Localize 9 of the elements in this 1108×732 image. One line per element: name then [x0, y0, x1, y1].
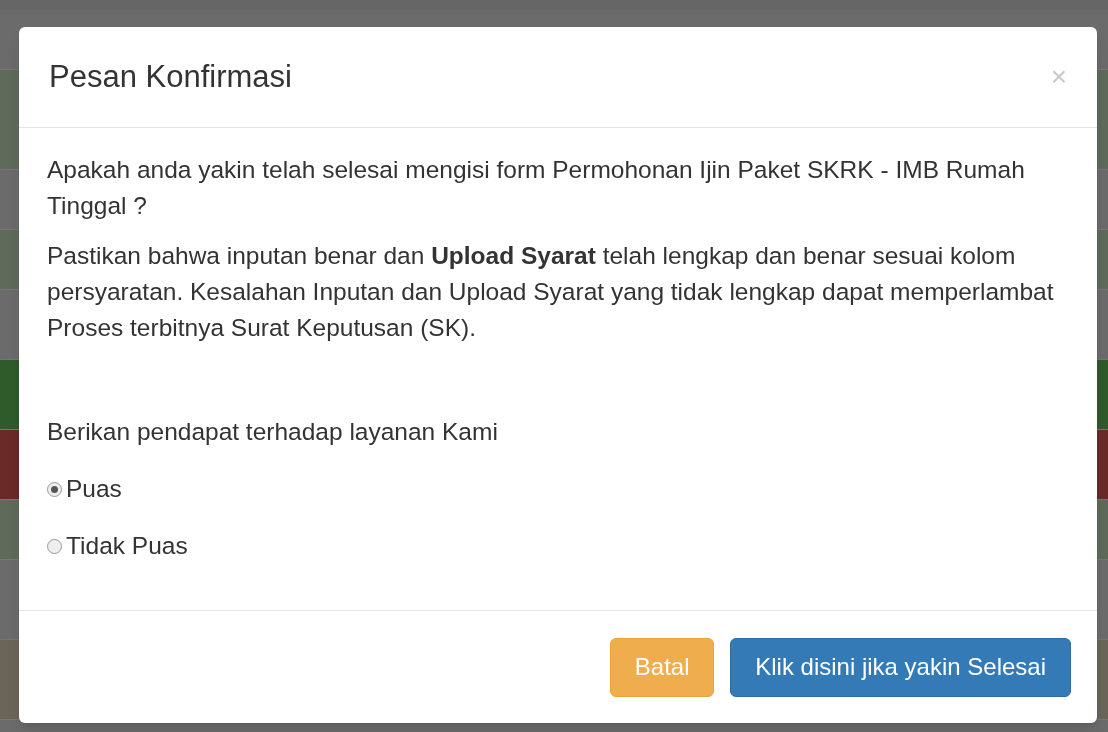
message-paragraph: Pastikan bahwa inputan benar dan Upload Syarat telah lengkap dan benar sesuai kolom persyaratan. Kesalahan Inputan dan Upload Syarat yang tidak lengkap dapat memperlambat Proses terbitnya Surat Keputusan (SK). — [47, 241, 1055, 343]
dialog-title: Pesan Konfirmasi — [49, 57, 292, 96]
radio-option[interactable]: Tidak Puas — [47, 528, 188, 564]
feedback-question: Berikan pendapat terhadap layanan Kami — [47, 417, 499, 447]
radio-button[interactable] — [47, 481, 62, 497]
radio-button[interactable] — [47, 538, 62, 554]
confirm-button[interactable]: Klik disini jika yakin Selesai — [730, 637, 1071, 697]
message-paragraph: Apakah anda yakin telah selesai mengisi form Permohonan Ijin Paket SKRK - IMB Rumah Tinggal ? — [47, 155, 1026, 221]
radio-option[interactable]: Puas — [47, 471, 122, 507]
